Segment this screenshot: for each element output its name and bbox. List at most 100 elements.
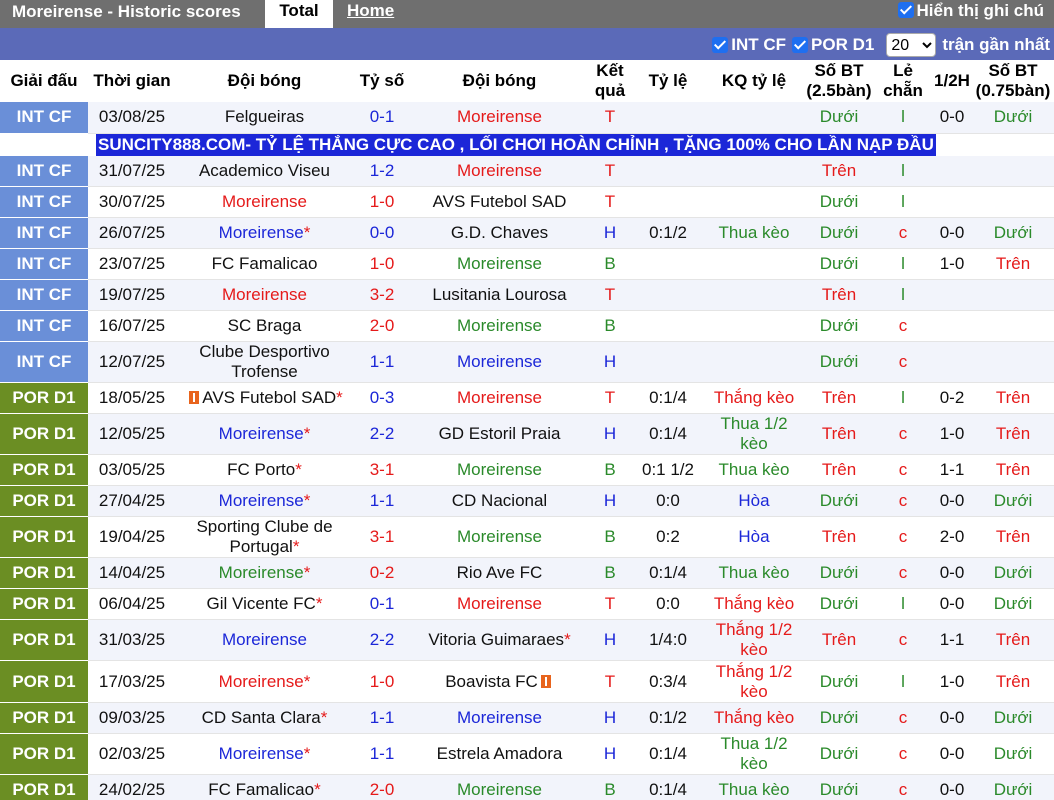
match-score[interactable]: 1-2 [353,155,411,187]
away-team[interactable]: Rio Ave FC [411,557,588,589]
away-team[interactable]: AVS Futebol SAD [411,186,588,218]
home-team[interactable]: SC Braga [176,310,353,342]
show-notes-toggle[interactable]: Hiển thị ghi chú [897,0,1044,22]
home-team[interactable]: Gil Vicente FC* [176,588,353,620]
league-badge[interactable]: POR D1 [0,516,88,558]
table-row[interactable]: INT CF 19/07/25 Moreirense 3-2 Lusitania Lou… [0,279,1054,311]
away-team[interactable]: Boavista FC [411,660,588,703]
league-badge[interactable]: INT CF [0,279,88,311]
tab-home[interactable]: Home [347,0,394,22]
home-team[interactable]: Felgueiras [176,102,353,134]
home-team[interactable]: Moreirense* [176,413,353,455]
league-badge[interactable]: POR D1 [0,382,88,414]
league-badge[interactable]: POR D1 [0,454,88,486]
home-team[interactable]: Moreirense* [176,660,353,703]
home-team[interactable]: CD Santa Clara* [176,702,353,734]
match-score[interactable]: 0-1 [353,102,411,134]
away-team[interactable]: Moreirense [411,774,588,800]
away-team[interactable]: G.D. Chaves [411,217,588,249]
match-score[interactable]: 1-1 [353,702,411,734]
league-badge[interactable]: INT CF [0,186,88,218]
home-team[interactable]: Moreirense* [176,733,353,775]
away-team[interactable]: Moreirense [411,155,588,187]
away-team[interactable]: Moreirense [411,702,588,734]
away-team[interactable]: Moreirense [411,102,588,134]
league-badge[interactable]: INT CF [0,217,88,249]
away-team[interactable]: Moreirense [411,341,588,383]
table-row[interactable]: INT CF 30/07/25 Moreirense 1-0 AVS Futebol S… [0,186,1054,218]
league-badge[interactable]: POR D1 [0,733,88,775]
table-row[interactable]: POR D1 06/04/25 Gil Vicente FC* 0-1 Moreiren… [0,588,1054,620]
table-row[interactable]: POR D1 09/03/25 CD Santa Clara* 1-1 Moreiren… [0,702,1054,734]
home-team[interactable]: FC Famalicao* [176,774,353,800]
league-badge[interactable]: INT CF [0,155,88,187]
league-badge[interactable]: POR D1 [0,702,88,734]
match-score[interactable]: 1-0 [353,186,411,218]
match-score[interactable]: 2-2 [353,619,411,661]
home-team[interactable]: AVS Futebol SAD* [176,382,353,414]
table-row[interactable]: INT CF 16/07/25 SC Braga 2-0 Moreirense B Dưới… [0,310,1054,342]
table-row[interactable]: INT CF 31/07/25 Academico Viseu 1-2 Moreiren… [0,155,1054,187]
tab-total[interactable]: Total [265,0,333,28]
table-row[interactable]: POR D1 12/05/25 Moreirense* 2-2 GD Estoril P… [0,413,1054,455]
home-team[interactable]: Moreirense* [176,485,353,517]
away-team[interactable]: Moreirense [411,516,588,558]
checkbox-icon[interactable] [712,37,729,53]
home-team[interactable]: Moreirense [176,619,353,661]
away-team[interactable]: CD Nacional [411,485,588,517]
away-team[interactable]: Moreirense [411,454,588,486]
league-badge[interactable]: POR D1 [0,774,88,800]
ad-banner[interactable]: SUNCITY888.COM- TỶ LỆ THẮNG CỰC CAO , LỐ… [96,133,936,156]
league-badge[interactable]: POR D1 [0,413,88,455]
table-row[interactable]: POR D1 31/03/25 Moreirense 2-2 Vitoria Guima… [0,619,1054,661]
away-team[interactable]: Moreirense [411,588,588,620]
home-team[interactable]: Moreirense* [176,217,353,249]
table-row[interactable]: INT CF 26/07/25 Moreirense* 0-0 G.D. Chaves H… [0,217,1054,249]
league-badge[interactable]: INT CF [0,310,88,342]
table-row[interactable]: POR D1 19/04/25 Sporting Clube de Portugal… [0,516,1054,558]
away-team[interactable]: Moreirense [411,310,588,342]
away-team[interactable]: Lusitania Lourosa [411,279,588,311]
match-score[interactable]: 1-0 [353,660,411,703]
filter-por-d1[interactable]: POR D1 [792,35,874,55]
match-score[interactable]: 3-1 [353,516,411,558]
home-team[interactable]: Moreirense* [176,557,353,589]
away-team[interactable]: Estrela Amadora [411,733,588,775]
match-score[interactable]: 3-1 [353,454,411,486]
league-badge[interactable]: INT CF [0,102,88,134]
table-row[interactable]: POR D1 17/03/25 Moreirense* 1-0 Boavista FC T… [0,660,1054,703]
checkbox-icon[interactable] [792,37,809,53]
table-row[interactable]: INT CF 12/07/25 Clube Desportivo Trofense 1… [0,341,1054,383]
match-score[interactable]: 3-2 [353,279,411,311]
home-team[interactable]: Moreirense [176,279,353,311]
home-team[interactable]: Sporting Clube de Portugal* [176,516,353,558]
league-badge[interactable]: POR D1 [0,619,88,661]
match-count-select[interactable]: 20 [886,33,937,57]
match-score[interactable]: 1-1 [353,733,411,775]
table-row[interactable]: POR D1 27/04/25 Moreirense* 1-1 CD Nacional H… [0,485,1054,517]
away-team[interactable]: GD Estoril Praia [411,413,588,455]
match-score[interactable]: 1-1 [353,341,411,383]
away-team[interactable]: Moreirense [411,248,588,280]
match-score[interactable]: 0-3 [353,382,411,414]
home-team[interactable]: Clube Desportivo Trofense [176,341,353,383]
match-score[interactable]: 2-2 [353,413,411,455]
away-team[interactable]: Moreirense [411,382,588,414]
table-row[interactable]: POR D1 18/05/25 AVS Futebol SAD* 0-3 Moreire… [0,382,1054,414]
table-row[interactable]: POR D1 14/04/25 Moreirense* 0-2 Rio Ave FC B 0… [0,557,1054,589]
table-row[interactable]: INT CF 03/08/25 Felgueiras 0-1 Moreirense T Dư… [0,102,1054,134]
home-team[interactable]: Moreirense [176,186,353,218]
league-badge[interactable]: INT CF [0,248,88,280]
table-row[interactable]: POR D1 24/02/25 FC Famalicao* 2-0 Moreirense… [0,774,1054,800]
league-badge[interactable]: POR D1 [0,588,88,620]
home-team[interactable]: FC Porto* [176,454,353,486]
match-score[interactable]: 2-0 [353,310,411,342]
table-row[interactable]: POR D1 03/05/25 FC Porto* 3-1 Moreirense B 0:1… [0,454,1054,486]
table-row[interactable]: INT CF 23/07/25 FC Famalicao 1-0 Moreirense B… [0,248,1054,280]
filter-int-cf[interactable]: INT CF [712,35,786,55]
match-score[interactable]: 1-1 [353,485,411,517]
home-team[interactable]: FC Famalicao [176,248,353,280]
match-score[interactable]: 0-1 [353,588,411,620]
match-score[interactable]: 0-0 [353,217,411,249]
home-team[interactable]: Academico Viseu [176,155,353,187]
